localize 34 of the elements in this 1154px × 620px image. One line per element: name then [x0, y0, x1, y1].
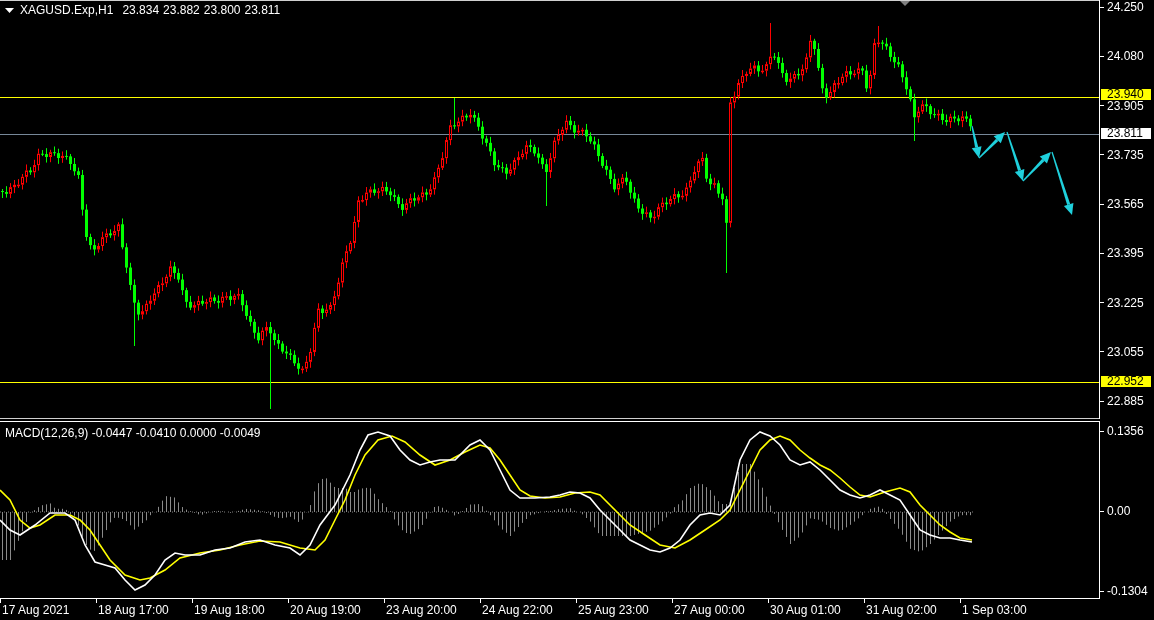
indicator-label: MACD(12,26,9) -0.0447 -0.0410 0.0000 -0.0049 — [5, 427, 261, 439]
time-axis-label: 27 Aug 00:00 — [673, 602, 745, 616]
price-tag: 23.940 — [1101, 89, 1151, 100]
indicator-axis-label: 0.00 — [1107, 505, 1131, 517]
time-axis-label: 25 Aug 23:00 — [577, 602, 649, 616]
ohlc-value: 23.882 — [163, 4, 200, 16]
price-axis-label: 23.565 — [1107, 198, 1144, 210]
triangle-marker-icon — [900, 1, 910, 6]
price-axis-label: 24.250 — [1107, 1, 1144, 13]
ohlc-value: 23.811 — [244, 4, 281, 16]
time-axis-label: 19 Aug 18:00 — [193, 602, 265, 616]
price-axis-label: 23.225 — [1107, 296, 1144, 309]
time-axis-label: 17 Aug 2021 — [1, 602, 70, 616]
dropdown-triangle-icon[interactable] — [5, 7, 14, 13]
price-axis-label: 23.395 — [1107, 247, 1144, 260]
time-axis-label: 30 Aug 01:00 — [769, 602, 841, 616]
ohlc-value: 23.800 — [203, 4, 241, 16]
price-tag: 23.811 — [1101, 128, 1151, 139]
indicator-axis-label: 0.1356 — [1107, 425, 1144, 437]
price-axis-label: 23.735 — [1107, 148, 1144, 161]
price-axis-label: 24.080 — [1107, 50, 1144, 63]
time-axis-label: 18 Aug 17:00 — [97, 602, 169, 616]
time-axis-label: 23 Aug 20:00 — [385, 602, 457, 616]
symbol-label: XAGUSD.Exp,H1 — [20, 4, 114, 16]
price-axis-label: 22.885 — [1107, 395, 1144, 407]
price-axis-label: 23.055 — [1107, 345, 1144, 358]
time-axis-label: 1 Sep 03:00 — [961, 602, 1027, 616]
indicator-axis-label: -0.1304 — [1107, 585, 1148, 597]
time-axis-label: 24 Aug 22:00 — [481, 602, 553, 616]
ohlc-value: 23.834 — [122, 4, 160, 16]
time-axis-label: 31 Aug 02:00 — [865, 602, 937, 616]
time-axis-label: 20 Aug 19:00 — [289, 602, 361, 616]
price-tag: 22.952 — [1101, 376, 1151, 387]
price-axis-label: 23.905 — [1107, 99, 1144, 112]
